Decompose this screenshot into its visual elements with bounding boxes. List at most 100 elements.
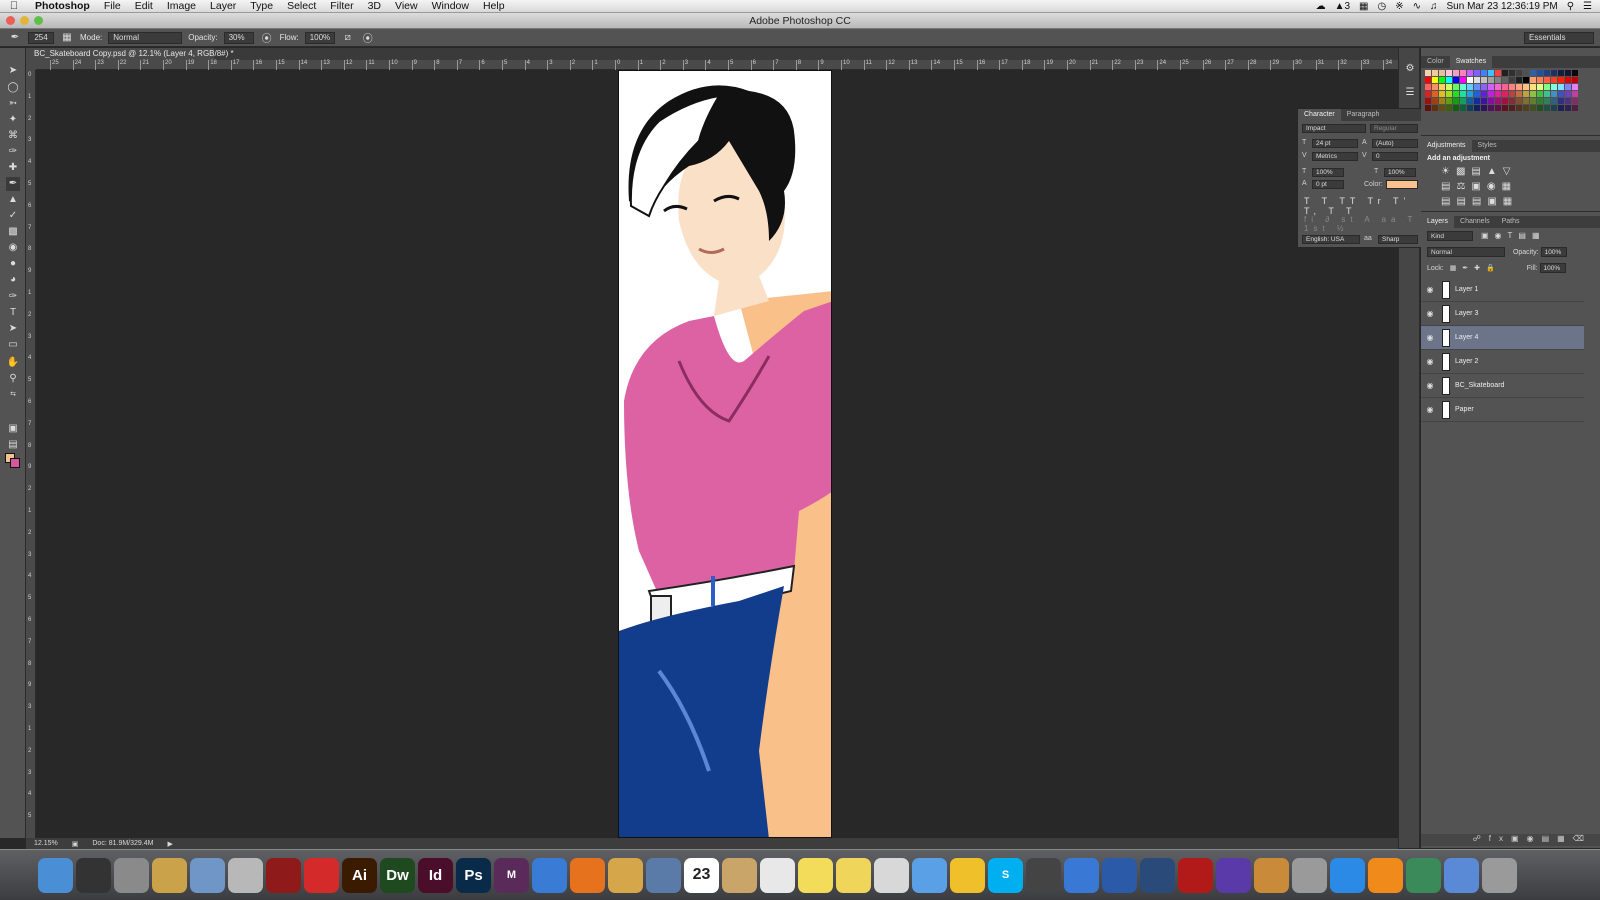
color-swatch[interactable] [1488, 105, 1494, 111]
clock-text[interactable]: Sun Mar 23 12:36:19 PM [1447, 1, 1558, 12]
color-swatch[interactable] [1446, 70, 1452, 76]
color-swatch[interactable] [1530, 77, 1536, 83]
minimize-window-button[interactable] [20, 16, 29, 25]
kerning-field[interactable]: Metrics [1312, 152, 1358, 161]
color-swatch[interactable] [1446, 98, 1452, 104]
text-color-swatch[interactable] [1386, 180, 1418, 189]
language-select[interactable]: English: USA [1302, 235, 1360, 244]
color-swatch[interactable] [1474, 98, 1480, 104]
font-size-field[interactable]: 24 pt [1312, 139, 1358, 148]
layer-visibility-eye-icon[interactable]: ◉ [1421, 285, 1439, 294]
layer-opacity-field[interactable]: 100% [1540, 247, 1567, 257]
workspace-switcher[interactable]: Essentials [1524, 31, 1594, 44]
dock-firefox-icon[interactable] [570, 857, 605, 893]
dock-script-editor-icon[interactable] [228, 857, 263, 893]
grid-status-icon[interactable]: ▦ [1359, 1, 1368, 12]
apple-menu-icon[interactable]:  [0, 0, 28, 12]
dock-preview-pics-icon[interactable] [646, 857, 681, 893]
color-swatch[interactable] [1523, 98, 1529, 104]
color-swatch[interactable] [1474, 84, 1480, 90]
tab-swatches[interactable]: Swatches [1449, 56, 1493, 68]
rectangle-tool-icon[interactable]: ▭ [6, 338, 20, 352]
color-swatch[interactable] [1502, 77, 1508, 83]
tab-color[interactable]: Color [1421, 56, 1450, 68]
dock-burger-icon[interactable] [608, 857, 643, 893]
layer-visibility-eye-icon[interactable]: ◉ [1421, 309, 1439, 318]
doc-size[interactable]: Doc: 81.9M/329.4M [92, 840, 153, 847]
notification-center-icon[interactable]: ☰ [1583, 1, 1592, 12]
color-swatch[interactable] [1460, 105, 1466, 111]
color-swatch[interactable] [1495, 70, 1501, 76]
color-swatch[interactable] [1446, 84, 1452, 90]
color-swatch[interactable] [1551, 70, 1557, 76]
color-swatch[interactable] [1453, 98, 1459, 104]
marquee-tool-icon[interactable]: ◯ [6, 81, 20, 95]
menu-app-name[interactable]: Photoshop [28, 0, 97, 12]
document-artwork[interactable] [618, 70, 832, 838]
color-swatch[interactable] [1432, 77, 1438, 83]
creative-cloud-icon[interactable]: ☁ [1316, 1, 1326, 12]
color-swatch[interactable] [1572, 70, 1578, 76]
color-swatch[interactable] [1537, 91, 1543, 97]
adjustment-icons-row-3[interactable]: ▤▤▤▣▦ [1441, 196, 1518, 207]
color-swatch[interactable] [1565, 70, 1571, 76]
color-swatch[interactable] [1425, 70, 1431, 76]
dock-dashboard-icon[interactable] [76, 857, 111, 893]
status-menu-arrow-icon[interactable]: ▶ [167, 840, 172, 848]
canvas-area[interactable] [36, 70, 1398, 838]
eyedropper-tool-icon[interactable]: ✑ [6, 145, 20, 159]
color-swatch[interactable] [1530, 91, 1536, 97]
menu-type[interactable]: Type [243, 0, 280, 12]
color-swatch[interactable] [1453, 70, 1459, 76]
color-swatch[interactable] [1530, 84, 1536, 90]
horizontal-ruler[interactable]: 25 24 23 22 21 20 19 18 17 16 15 14 13 12 11 10 9 8 7 6 5 4 3 2… [36, 60, 1398, 70]
layer-row[interactable]: ◉ Layer 4 [1421, 326, 1584, 350]
color-swatch[interactable] [1509, 105, 1515, 111]
color-swatch[interactable] [1474, 70, 1480, 76]
color-swatch[interactable] [1516, 70, 1522, 76]
spotlight-search-icon[interactable]: ⚲ [1567, 1, 1574, 12]
color-swatch[interactable] [1530, 98, 1536, 104]
color-swatch[interactable] [1502, 70, 1508, 76]
dock-system-preferences-icon[interactable] [114, 857, 149, 893]
color-swatch[interactable] [1495, 77, 1501, 83]
flow-field[interactable]: 100% [304, 31, 335, 44]
healing-brush-tool-icon[interactable]: ✚ [6, 161, 20, 175]
color-swatch[interactable] [1565, 84, 1571, 90]
dock-illustrator-icon[interactable]: Ai [342, 857, 377, 893]
close-window-button[interactable] [6, 16, 15, 25]
color-swatch[interactable] [1460, 77, 1466, 83]
color-swatch[interactable] [1432, 105, 1438, 111]
opentype-feature-buttons[interactable]: fi ∂ st A aa T 1st ½ [1304, 215, 1424, 233]
color-swatch[interactable] [1537, 105, 1543, 111]
dock-ibooks-icon[interactable] [1368, 857, 1403, 893]
color-swatch[interactable] [1460, 70, 1466, 76]
color-swatch[interactable] [1523, 70, 1529, 76]
menu-window[interactable]: Window [425, 0, 476, 12]
swap-colors-icon[interactable]: ⇆ [6, 388, 20, 402]
bluetooth-icon[interactable]: ※ [1395, 1, 1403, 12]
color-swatch[interactable] [1558, 105, 1564, 111]
color-swatch[interactable] [1509, 77, 1515, 83]
color-swatch[interactable] [1509, 98, 1515, 104]
color-swatch[interactable] [1502, 84, 1508, 90]
dock-calculator-icon[interactable] [1292, 857, 1327, 893]
color-swatch[interactable] [1495, 91, 1501, 97]
dock-app-free-icon[interactable] [1102, 857, 1137, 893]
tab-styles[interactable]: Styles [1472, 140, 1503, 152]
color-swatch[interactable] [1502, 105, 1508, 111]
adjustment-icons-row-1[interactable]: ☀▩▤▲▽ [1441, 166, 1516, 177]
color-swatch[interactable] [1467, 91, 1473, 97]
color-swatch[interactable] [1572, 91, 1578, 97]
color-swatch[interactable] [1474, 105, 1480, 111]
layer-visibility-eye-icon[interactable]: ◉ [1421, 381, 1439, 390]
tab-character[interactable]: Character [1298, 109, 1341, 121]
color-swatch[interactable] [1565, 77, 1571, 83]
color-swatch[interactable] [1453, 105, 1459, 111]
baseline-shift-field[interactable]: 0 pt [1312, 180, 1344, 189]
vertical-ruler[interactable]: 0 1 2 3 4 5 6 7 8 9 1 2 3 4 5 6 7 8 9 2 1 2 3 4 5 6 7 8 9 3 1 2 3 4 5 [26, 70, 36, 838]
zoom-window-button[interactable] [34, 16, 43, 25]
ruler-origin[interactable] [26, 60, 36, 70]
font-family-select[interactable]: Impact [1302, 124, 1366, 133]
color-swatch[interactable] [1537, 77, 1543, 83]
